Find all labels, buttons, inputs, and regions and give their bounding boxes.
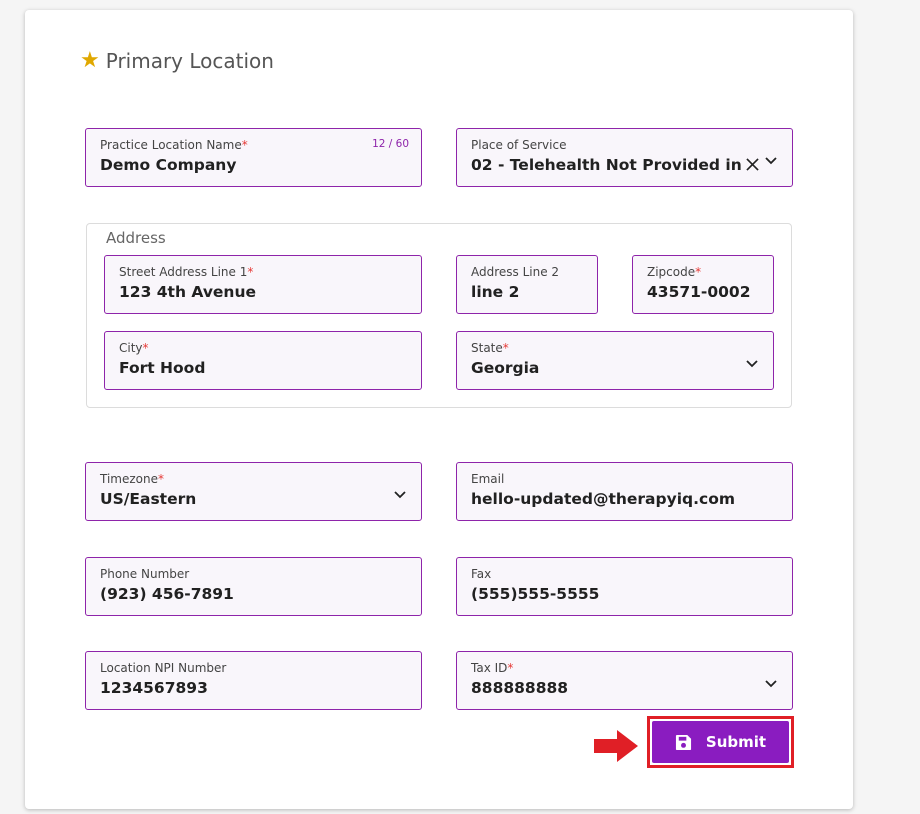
character-counter: 12 / 60 xyxy=(372,138,409,150)
fax-field[interactable]: Fax (555)555-5555 xyxy=(456,557,793,616)
clear-icon[interactable] xyxy=(746,158,759,171)
state-label: State* xyxy=(471,341,509,355)
place-of-service-select[interactable]: Place of Service 02 - Telehealth Not Pro… xyxy=(456,128,793,187)
zipcode-value[interactable]: 43571-0002 xyxy=(647,283,769,301)
place-of-service-label: Place of Service xyxy=(471,138,567,152)
chevron-down-icon[interactable] xyxy=(745,358,759,368)
save-icon xyxy=(675,734,691,750)
city-value[interactable]: Fort Hood xyxy=(119,359,373,377)
email-label: Email xyxy=(471,472,505,486)
submit-button[interactable]: Submit xyxy=(652,721,789,763)
star-icon: ★ xyxy=(80,48,100,73)
zipcode-field[interactable]: Zipcode* 43571-0002 xyxy=(632,255,774,314)
location-npi-label: Location NPI Number xyxy=(100,661,227,675)
address-legend: Address xyxy=(106,229,166,247)
street-address-line1-label: Street Address Line 1* xyxy=(119,265,254,279)
city-field[interactable]: City* Fort Hood xyxy=(104,331,422,390)
phone-number-value[interactable]: (923) 456-7891 xyxy=(100,585,373,603)
chevron-down-icon[interactable] xyxy=(764,155,778,165)
city-label: City* xyxy=(119,341,149,355)
tax-id-value: 888888888 xyxy=(471,679,569,697)
section-header: ★ Primary Location xyxy=(80,46,274,76)
practice-location-name-field[interactable]: Practice Location Name* 12 / 60 Demo Com… xyxy=(85,128,422,187)
timezone-value: US/Eastern xyxy=(100,490,197,508)
tax-id-label: Tax ID* xyxy=(471,661,514,675)
pointer-arrow-icon xyxy=(594,730,638,762)
timezone-label: Timezone* xyxy=(100,472,164,486)
state-value: Georgia xyxy=(471,359,540,377)
email-field[interactable]: Email hello-updated@therapyiq.com xyxy=(456,462,793,521)
tax-id-select[interactable]: Tax ID* 888888888 xyxy=(456,651,793,710)
email-value[interactable]: hello-updated@therapyiq.com xyxy=(471,490,782,508)
address-line2-field[interactable]: Address Line 2 line 2 xyxy=(456,255,598,314)
location-npi-field[interactable]: Location NPI Number 1234567893 xyxy=(85,651,422,710)
chevron-down-icon[interactable] xyxy=(393,489,407,499)
street-address-line1-field[interactable]: Street Address Line 1* 123 4th Avenue xyxy=(104,255,422,314)
phone-number-field[interactable]: Phone Number (923) 456-7891 xyxy=(85,557,422,616)
fax-label: Fax xyxy=(471,567,492,581)
timezone-select[interactable]: Timezone* US/Eastern xyxy=(85,462,422,521)
location-npi-value[interactable]: 1234567893 xyxy=(100,679,373,697)
street-address-line1-value[interactable]: 123 4th Avenue xyxy=(119,283,373,301)
practice-location-name-value[interactable]: Demo Company xyxy=(100,156,373,174)
chevron-down-icon[interactable] xyxy=(764,678,778,688)
practice-location-name-label: Practice Location Name* xyxy=(100,138,248,152)
section-title: Primary Location xyxy=(105,49,274,73)
state-select[interactable]: State* Georgia xyxy=(456,331,774,390)
place-of-service-value: 02 - Telehealth Not Provided in Pati xyxy=(471,156,742,174)
zipcode-label: Zipcode* xyxy=(647,265,702,279)
address-line2-value[interactable]: line 2 xyxy=(471,283,589,301)
fax-value[interactable]: (555)555-5555 xyxy=(471,585,744,603)
submit-label: Submit xyxy=(705,733,767,751)
address-line2-label: Address Line 2 xyxy=(471,265,560,279)
phone-number-label: Phone Number xyxy=(100,567,190,581)
